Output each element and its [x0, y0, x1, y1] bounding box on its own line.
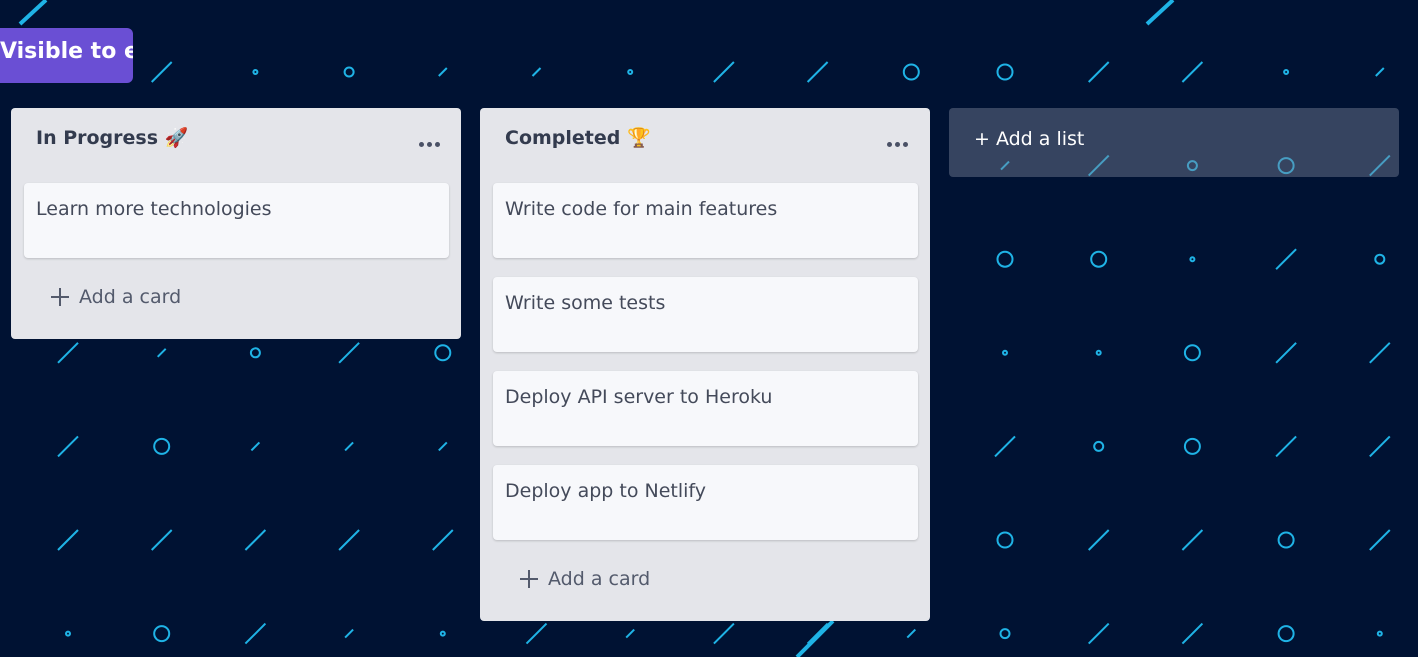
plus-icon: [520, 570, 538, 588]
pattern-circle: [434, 344, 452, 362]
pattern-circle: [996, 63, 1014, 81]
more-horizontal-icon[interactable]: [886, 133, 912, 153]
add-card-button[interactable]: Add a card: [520, 564, 650, 594]
pattern-slash: [713, 622, 735, 645]
list-completed: Completed 🏆 Write code for main features…: [480, 108, 930, 621]
pattern-slash: [906, 628, 917, 639]
pattern-slash: [57, 435, 79, 458]
plus-icon: [51, 288, 69, 306]
board-visibility-badge[interactable]: Visible to everyone | Edit by public: [0, 28, 133, 83]
pattern-slash: [1181, 529, 1204, 551]
pattern-circle: [439, 630, 446, 637]
pattern-streak: [18, 0, 48, 26]
pattern-circle: [249, 347, 261, 359]
pattern-circle: [902, 63, 920, 81]
pattern-slash: [1275, 435, 1297, 458]
pattern-slash: [1275, 248, 1297, 270]
pattern-slash: [344, 441, 354, 452]
pattern-circle: [1189, 256, 1196, 263]
pattern-circle: [1002, 349, 1008, 356]
pattern-circle: [65, 630, 71, 637]
pattern-streak: [795, 619, 835, 657]
pattern-slash: [57, 529, 79, 551]
pattern-circle: [1183, 344, 1201, 362]
pattern-circle: [343, 66, 355, 78]
pattern-circle: [1277, 531, 1295, 549]
pattern-circle: [1376, 630, 1383, 637]
pattern-slash: [438, 67, 448, 77]
more-horizontal-icon[interactable]: [418, 133, 444, 153]
pattern-slash: [1087, 622, 1110, 645]
pattern-circle: [1374, 253, 1386, 265]
pattern-circle: [999, 628, 1011, 640]
pattern-slash: [344, 628, 354, 639]
card[interactable]: Write some tests: [493, 277, 918, 352]
pattern-slash: [432, 529, 454, 551]
pattern-slash: [1369, 435, 1391, 458]
card[interactable]: Learn more technologies: [24, 183, 449, 258]
pattern-slash: [1375, 67, 1385, 77]
pattern-slash: [1181, 622, 1204, 645]
pattern-slash: [338, 529, 360, 551]
add-list-label: + Add a list: [974, 128, 1085, 150]
pattern-circle: [1277, 625, 1295, 643]
card[interactable]: Deploy API server to Heroku: [493, 371, 918, 446]
pattern-slash: [994, 435, 1016, 458]
pattern-circle: [996, 250, 1014, 268]
list-in-progress: In Progress 🚀 Learn more technologies Ad…: [11, 108, 461, 339]
pattern-slash: [525, 622, 548, 645]
pattern-slash: [625, 628, 635, 639]
list-title[interactable]: Completed 🏆: [505, 126, 651, 149]
list-title[interactable]: In Progress 🚀: [36, 126, 188, 149]
pattern-circle: [252, 69, 259, 75]
pattern-slash: [250, 441, 261, 452]
pattern-slash: [338, 342, 360, 364]
add-list-button[interactable]: + Add a list: [949, 108, 1399, 177]
pattern-slash: [244, 529, 267, 551]
pattern-circle: [1183, 437, 1201, 455]
pattern-slash: [1087, 61, 1110, 83]
pattern-streak: [1145, 0, 1175, 26]
pattern-slash: [1181, 61, 1204, 83]
pattern-slash: [1369, 529, 1391, 551]
pattern-circle: [1283, 69, 1290, 75]
pattern-circle: [627, 69, 634, 75]
card[interactable]: Deploy app to Netlify: [493, 465, 918, 540]
pattern-slash: [156, 348, 167, 358]
pattern-slash: [531, 67, 542, 77]
pattern-circle: [996, 531, 1014, 549]
pattern-slash: [57, 342, 79, 364]
add-card-label: Add a card: [79, 286, 182, 308]
pattern-slash: [150, 529, 173, 551]
card[interactable]: Write code for main features: [493, 183, 918, 258]
pattern-slash: [806, 61, 829, 83]
pattern-slash: [150, 61, 173, 83]
pattern-circle: [153, 437, 171, 455]
pattern-circle: [1095, 349, 1102, 356]
pattern-slash: [438, 441, 448, 452]
pattern-circle: [1093, 440, 1105, 452]
add-card-button[interactable]: Add a card: [51, 282, 181, 312]
pattern-slash: [1275, 342, 1297, 364]
pattern-slash: [713, 61, 735, 83]
pattern-circle: [153, 625, 171, 643]
board-visibility-label: Visible to everyone | Edit by public: [0, 39, 133, 64]
pattern-slash: [1087, 529, 1110, 551]
add-card-label: Add a card: [548, 568, 651, 590]
pattern-circle: [1090, 250, 1108, 268]
pattern-slash: [1369, 342, 1391, 364]
pattern-slash: [244, 622, 267, 645]
